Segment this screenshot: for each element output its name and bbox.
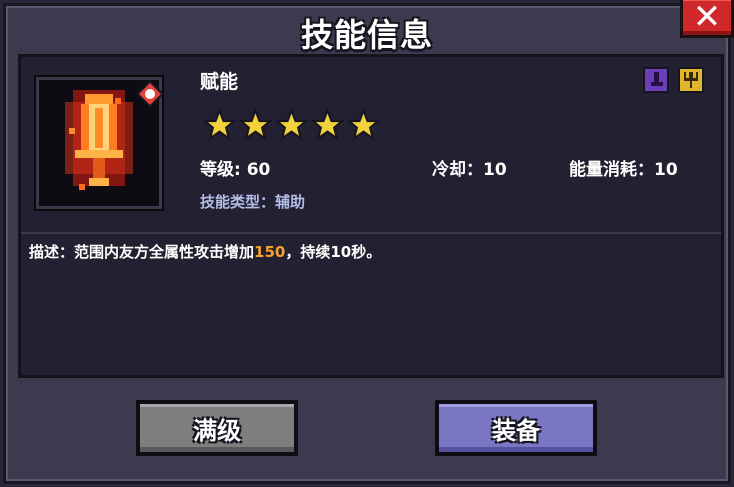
gold-trident-icon [678,67,704,93]
skill-name: 赋能 [200,71,239,93]
star-rating [203,109,380,141]
max-level-button[interactable]: 满级 [136,400,298,456]
equip-button[interactable]: 装备 [435,400,597,456]
star-icon [203,109,236,141]
divider [21,232,721,234]
dialog-title: 技能信息 [300,16,433,54]
description-highlight-value: 150 [254,243,286,261]
star-icon [239,109,272,141]
star-icon [275,109,308,141]
purple-boot-icon [643,67,669,93]
skill-info-panel: 赋能 等级: 60 冷却：10 能量消耗：10 技能类型：辅助 描述：范围内友方… [18,54,724,378]
close-button[interactable]: ✕ [680,0,734,38]
description-suffix: ，持续10秒。 [285,243,382,261]
star-icon [311,109,344,141]
skill-energy-cost: 能量消耗：10 [569,160,678,180]
skill-level: 等级: 60 [200,160,271,180]
description-text: 描述：范围内友方全属性攻击增加 [29,243,255,261]
skill-type: 技能类型：辅助 [200,193,306,211]
skill-cooldown: 冷却：10 [432,160,507,180]
star-icon [347,109,380,141]
skill-description: 描述：范围内友方全属性攻击增加150，持续10秒。 [29,241,381,262]
red-gem-icon [135,79,165,109]
close-icon: ✕ [692,0,722,37]
